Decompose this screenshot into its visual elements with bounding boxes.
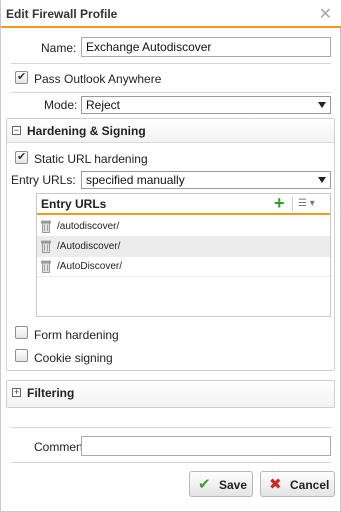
entry-url-text: /autodiscover/ [57, 221, 120, 232]
pass-outlook-anywhere-label: Pass Outlook Anywhere [34, 72, 162, 86]
list-menu-icon[interactable]: ☰ ▾ [298, 198, 315, 209]
cookie-signing-label: Cookie signing [34, 351, 113, 365]
static-url-hardening-label: Static URL hardening [34, 152, 148, 166]
trash-icon[interactable] [41, 220, 51, 233]
chevron-down-icon [318, 177, 326, 183]
table-row[interactable]: /AutoDiscover/ [37, 257, 330, 277]
expand-icon[interactable]: + [12, 388, 21, 397]
save-button-label: Save [219, 478, 248, 492]
form-hardening-label: Form hardening [34, 328, 119, 342]
entry-urls-select[interactable]: specified manually [81, 171, 331, 189]
trash-icon[interactable] [41, 240, 51, 253]
add-icon[interactable]: + [274, 193, 285, 214]
mode-select[interactable]: Reject [81, 96, 331, 114]
cross-icon: ✖ [269, 476, 282, 493]
filtering-header[interactable]: + Filtering [7, 381, 334, 407]
cancel-button-label: Cancel [290, 478, 330, 492]
entry-urls-list: /autodiscover/ /Autodiscover/ /AutoDisco… [37, 217, 330, 277]
hardening-signing-title: Hardening & Signing [27, 124, 146, 138]
mode-select-value: Reject [86, 98, 121, 112]
separator [11, 427, 331, 428]
edit-firewall-profile-dialog: Edit Firewall Profile ✕ Name: Pass Outlo… [0, 0, 341, 512]
pass-outlook-anywhere-checkbox[interactable] [15, 70, 28, 84]
hardening-signing-header[interactable]: − Hardening & Signing [7, 119, 334, 143]
separator [11, 92, 331, 93]
close-icon[interactable]: ✕ [319, 4, 332, 24]
chevron-down-icon [318, 102, 326, 108]
save-button[interactable]: ✔ Save [189, 471, 253, 497]
entry-urls-label: Entry URLs: [11, 173, 76, 187]
filtering-section: + Filtering [6, 380, 335, 408]
static-url-hardening-checkbox[interactable] [15, 150, 28, 164]
mode-label: Mode: [44, 98, 78, 112]
entry-urls-grid: Entry URLs + ☰ ▾ /autodiscover/ /Autodis… [36, 193, 331, 317]
trash-icon[interactable] [41, 260, 51, 273]
cookie-signing-checkbox[interactable] [15, 349, 28, 362]
table-row[interactable]: /Autodiscover/ [37, 237, 330, 257]
entry-urls-grid-title: Entry URLs [41, 197, 107, 211]
entry-urls-grid-header: Entry URLs + ☰ ▾ [37, 193, 330, 215]
entry-url-text: /Autodiscover/ [57, 241, 121, 252]
entry-url-text: /AutoDiscover/ [57, 261, 123, 272]
name-input[interactable] [81, 37, 331, 57]
comment-input[interactable] [81, 436, 331, 456]
checkmark-icon: ✔ [198, 476, 211, 493]
dialog-titlebar: Edit Firewall Profile ✕ [1, 0, 341, 28]
separator [11, 63, 331, 64]
name-label: Name: [41, 41, 77, 55]
entry-urls-select-value: specified manually [86, 173, 185, 187]
dialog-title: Edit Firewall Profile [6, 7, 118, 21]
form-hardening-checkbox[interactable] [15, 326, 28, 339]
cancel-button[interactable]: ✖ Cancel [260, 471, 335, 497]
separator [11, 462, 331, 463]
table-row[interactable]: /autodiscover/ [37, 217, 330, 237]
divider [292, 197, 293, 211]
filtering-title: Filtering [27, 386, 75, 400]
collapse-icon[interactable]: − [12, 126, 21, 135]
